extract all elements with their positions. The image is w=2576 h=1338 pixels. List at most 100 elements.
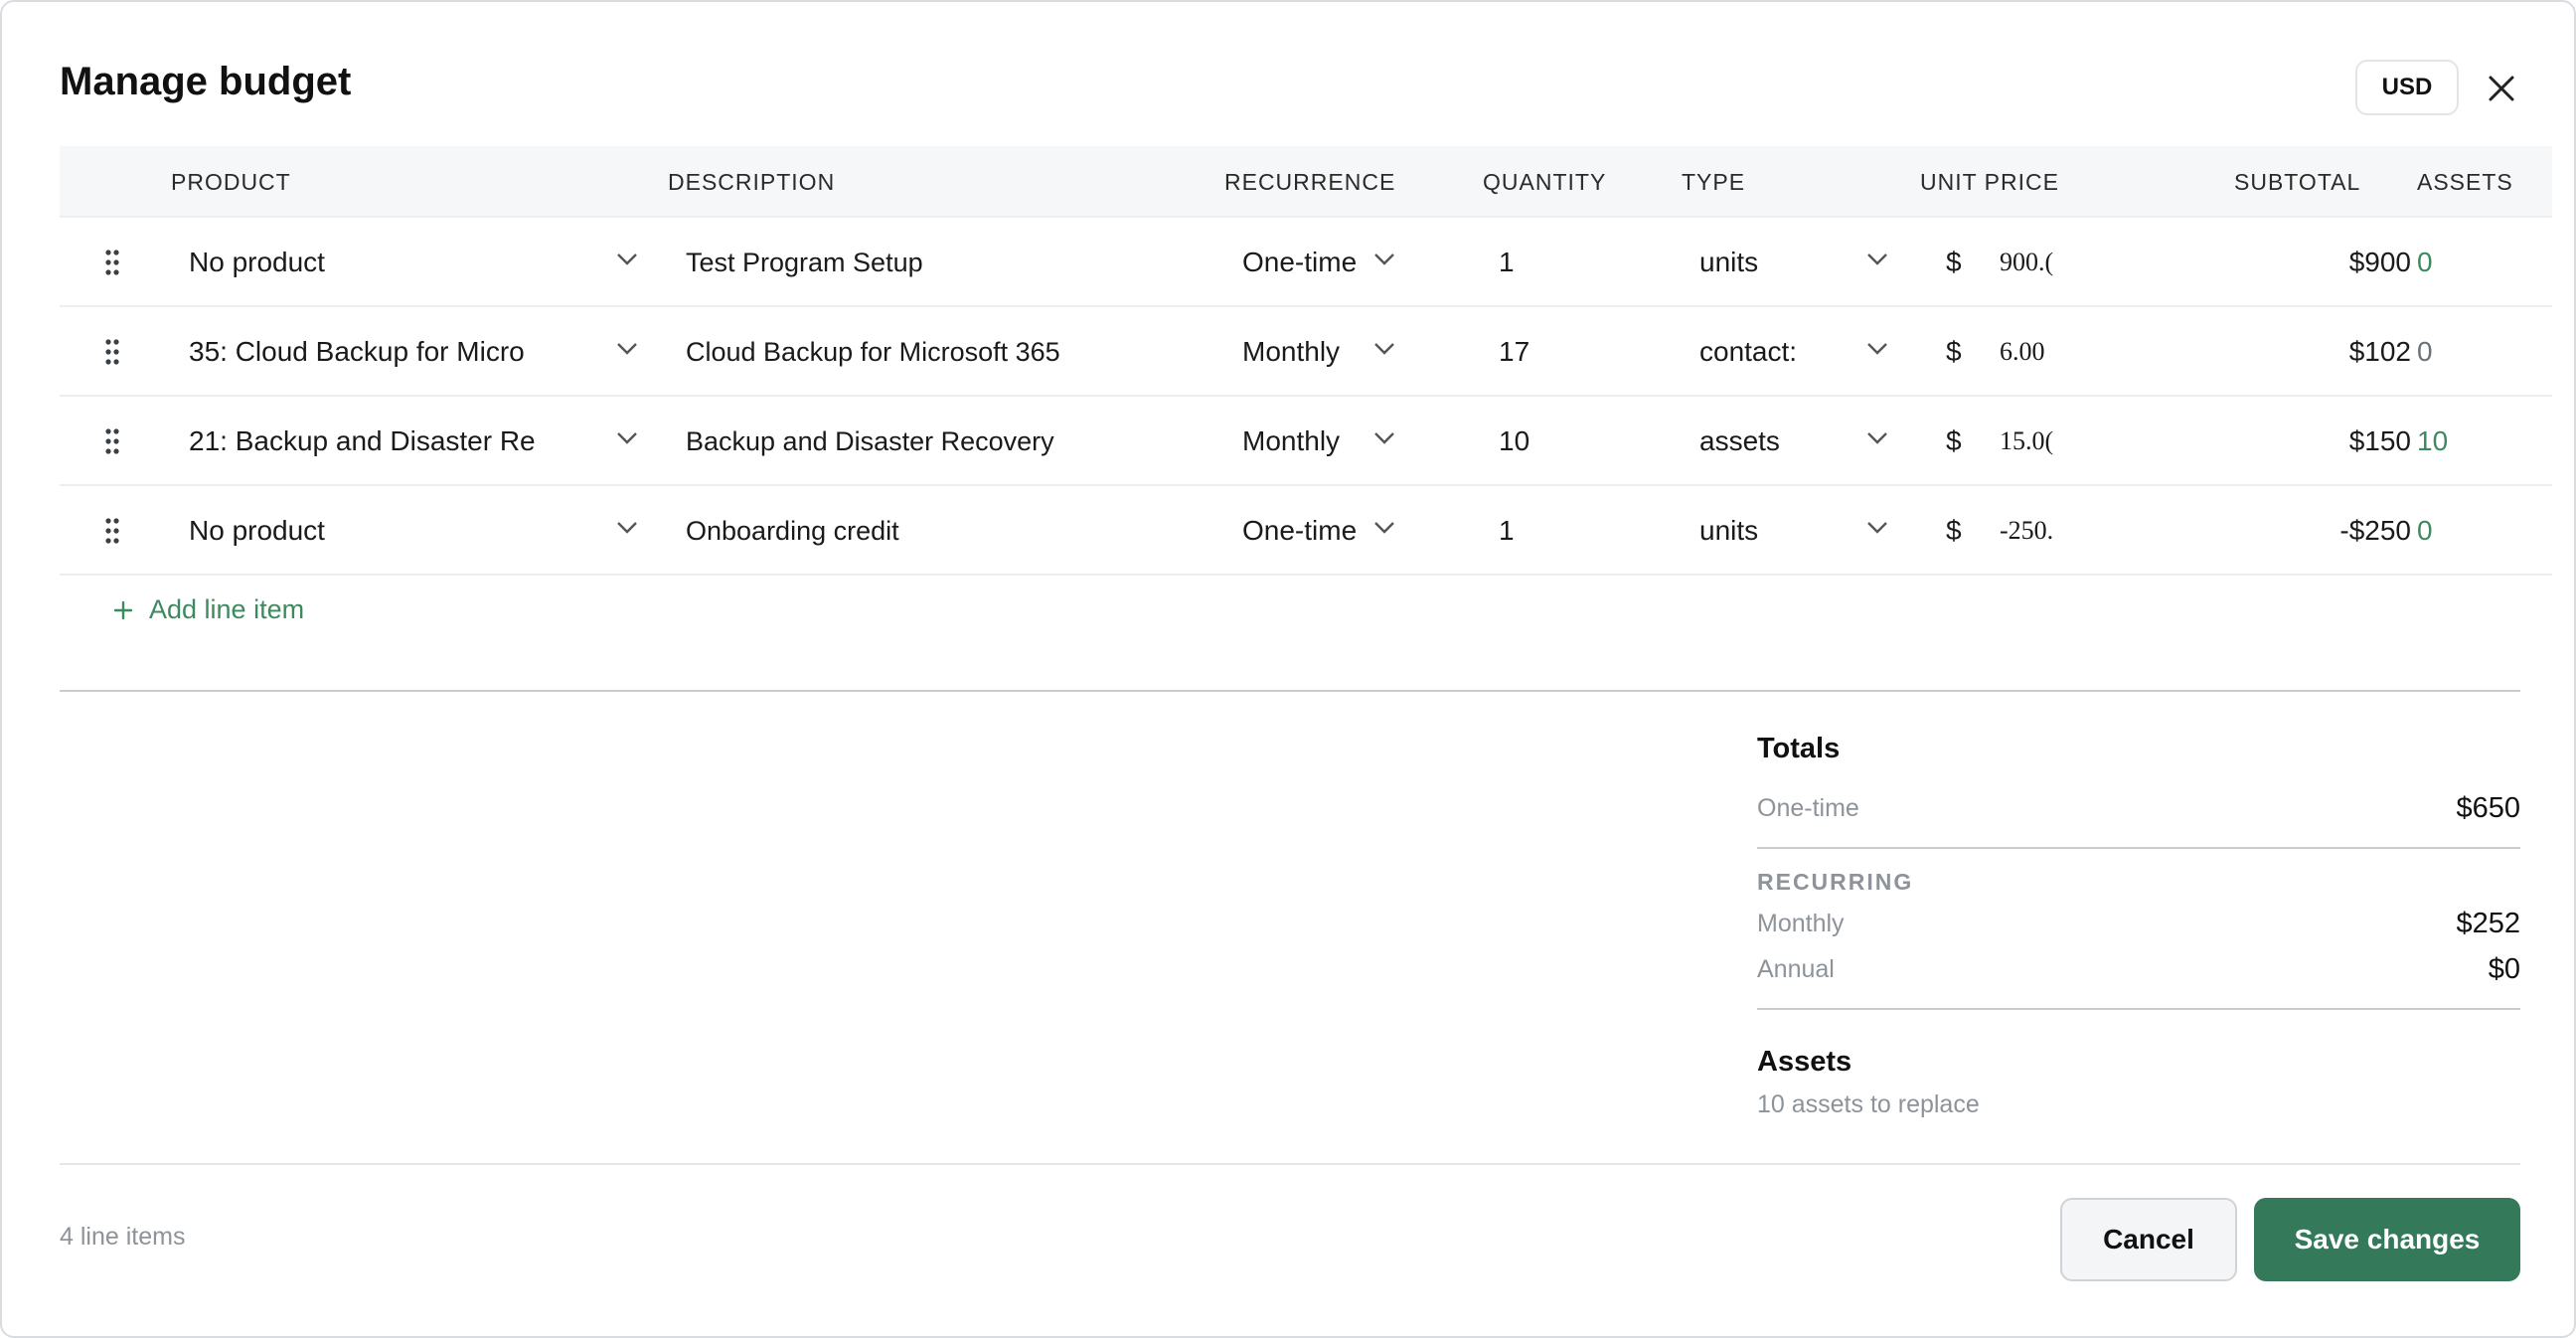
plus-icon: [113, 600, 133, 619]
chevron-down-icon: [617, 343, 637, 355]
header-assets: ASSETS: [2417, 168, 2513, 195]
recurrence-select-value: Monthly: [1242, 336, 1341, 367]
line-item-count: 4 line items: [60, 1223, 186, 1251]
line-items-table: PRODUCT DESCRIPTION RECURRENCE QUANTITY …: [60, 146, 2552, 576]
recurrence-select[interactable]: Monthly: [1242, 397, 1461, 486]
save-changes-button[interactable]: Save changes: [2254, 1198, 2520, 1281]
type-select[interactable]: assets: [1699, 397, 1898, 486]
unit-price-input[interactable]: 6.00: [2000, 307, 2119, 397]
type-select-value: contact:: [1699, 336, 1798, 367]
chevron-down-icon: [617, 522, 637, 534]
recurrence-select[interactable]: One-time: [1242, 486, 1461, 576]
subtotal-value: $102: [2348, 336, 2411, 367]
table-header: PRODUCT DESCRIPTION RECURRENCE QUANTITY …: [60, 146, 2552, 218]
one-time-label: One-time: [1757, 794, 1859, 822]
table-row: 35: Cloud Backup for Micro Cloud Backup …: [60, 307, 2552, 397]
drag-handle[interactable]: [97, 218, 127, 307]
quantity-input[interactable]: 17: [1499, 307, 1658, 397]
currency-symbol: $: [1946, 336, 1962, 367]
subtotal-value: $150: [2348, 425, 2411, 456]
footer-divider: [60, 1163, 2520, 1165]
drag-handle-icon: [105, 250, 119, 275]
header-type: TYPE: [1682, 168, 1746, 195]
header-quantity: QUANTITY: [1483, 168, 1607, 195]
assets-value: 0: [2417, 336, 2433, 367]
type-select[interactable]: units: [1699, 486, 1898, 576]
unit-price-input[interactable]: -250.: [2000, 486, 2119, 576]
add-line-item-button[interactable]: Add line item: [113, 594, 304, 625]
product-select-value: No product: [189, 247, 325, 277]
chevron-down-icon: [617, 432, 637, 444]
annual-total-row: Annual $0: [1757, 953, 2520, 986]
one-time-value: $650: [2456, 792, 2520, 824]
recurrence-select[interactable]: One-time: [1242, 218, 1461, 307]
drag-handle[interactable]: [97, 397, 127, 486]
assets-link[interactable]: 0: [2417, 218, 2496, 307]
type-select[interactable]: contact:: [1699, 307, 1898, 397]
currency-symbol: $: [1946, 425, 1962, 456]
recurrence-select[interactable]: Monthly: [1242, 307, 1461, 397]
type-select-value: units: [1699, 515, 1759, 546]
chevron-down-icon: [1374, 522, 1394, 534]
subtotal-value: -$250: [2339, 515, 2411, 546]
chevron-down-icon: [617, 253, 637, 265]
recurrence-select-value: One-time: [1242, 515, 1358, 546]
currency-symbol: $: [1946, 515, 1962, 546]
add-line-item-label: Add line item: [149, 594, 305, 624]
type-select[interactable]: units: [1699, 218, 1898, 307]
drag-handle-icon: [105, 339, 119, 365]
product-select-value: No product: [189, 515, 325, 546]
table-row: 21: Backup and Disaster Re Backup and Di…: [60, 397, 2552, 486]
monthly-label: Monthly: [1757, 910, 1845, 937]
close-icon: [2489, 76, 2514, 101]
assets-link[interactable]: 0: [2417, 486, 2496, 576]
type-select-value: units: [1699, 247, 1759, 277]
assets-summary: 10 assets to replace: [1757, 1090, 1980, 1118]
assets-link[interactable]: 10: [2417, 397, 2496, 486]
header-recurrence: RECURRENCE: [1224, 168, 1396, 195]
description-input[interactable]: Onboarding credit: [686, 486, 1203, 576]
monthly-total-row: Monthly $252: [1757, 908, 2520, 940]
one-time-total-row: One-time $650: [1757, 792, 2520, 825]
table-row: No product Test Program Setup One-time 1…: [60, 218, 2552, 307]
currency-symbol: $: [1946, 247, 1962, 277]
totals-title: Totals: [1757, 733, 1841, 764]
product-select-value: 35: Cloud Backup for Micro: [189, 336, 525, 367]
assets-title: Assets: [1757, 1046, 1852, 1078]
cancel-button[interactable]: Cancel: [2060, 1198, 2237, 1281]
section-divider: [60, 690, 2520, 692]
description-input[interactable]: Cloud Backup for Microsoft 365: [686, 307, 1203, 397]
chevron-down-icon: [1867, 522, 1887, 534]
header-unit-price: UNIT PRICE: [1920, 168, 2059, 195]
drag-handle-icon: [105, 518, 119, 544]
product-select-value: 21: Backup and Disaster Re: [189, 425, 536, 456]
chevron-down-icon: [1867, 253, 1887, 265]
monthly-value: $252: [2456, 908, 2520, 939]
chevron-down-icon: [1374, 343, 1394, 355]
quantity-input[interactable]: 1: [1499, 486, 1658, 576]
currency-button[interactable]: USD: [2355, 60, 2459, 115]
quantity-input[interactable]: 10: [1499, 397, 1658, 486]
unit-price-input[interactable]: 900.(: [2000, 218, 2119, 307]
description-input[interactable]: Backup and Disaster Recovery: [686, 397, 1203, 486]
header-description: DESCRIPTION: [668, 168, 836, 195]
type-select-value: assets: [1699, 425, 1780, 456]
chevron-down-icon: [1374, 432, 1394, 444]
drag-handle-icon: [105, 428, 119, 454]
product-select[interactable]: 35: Cloud Backup for Micro: [189, 307, 646, 397]
description-input[interactable]: Test Program Setup: [686, 218, 1203, 307]
product-select[interactable]: No product: [189, 218, 646, 307]
dialog-title: Manage budget: [60, 60, 352, 103]
totals-divider: [1757, 1008, 2520, 1010]
drag-handle[interactable]: [97, 307, 127, 397]
product-select[interactable]: 21: Backup and Disaster Re: [189, 397, 646, 486]
product-select[interactable]: No product: [189, 486, 646, 576]
unit-price-input[interactable]: 15.0(: [2000, 397, 2119, 486]
close-button[interactable]: [2477, 64, 2526, 113]
totals-divider: [1757, 847, 2520, 849]
recurrence-select-value: Monthly: [1242, 425, 1341, 456]
chevron-down-icon: [1374, 253, 1394, 265]
quantity-input[interactable]: 1: [1499, 218, 1658, 307]
drag-handle[interactable]: [97, 486, 127, 576]
recurring-label: RECURRING: [1757, 869, 1914, 895]
